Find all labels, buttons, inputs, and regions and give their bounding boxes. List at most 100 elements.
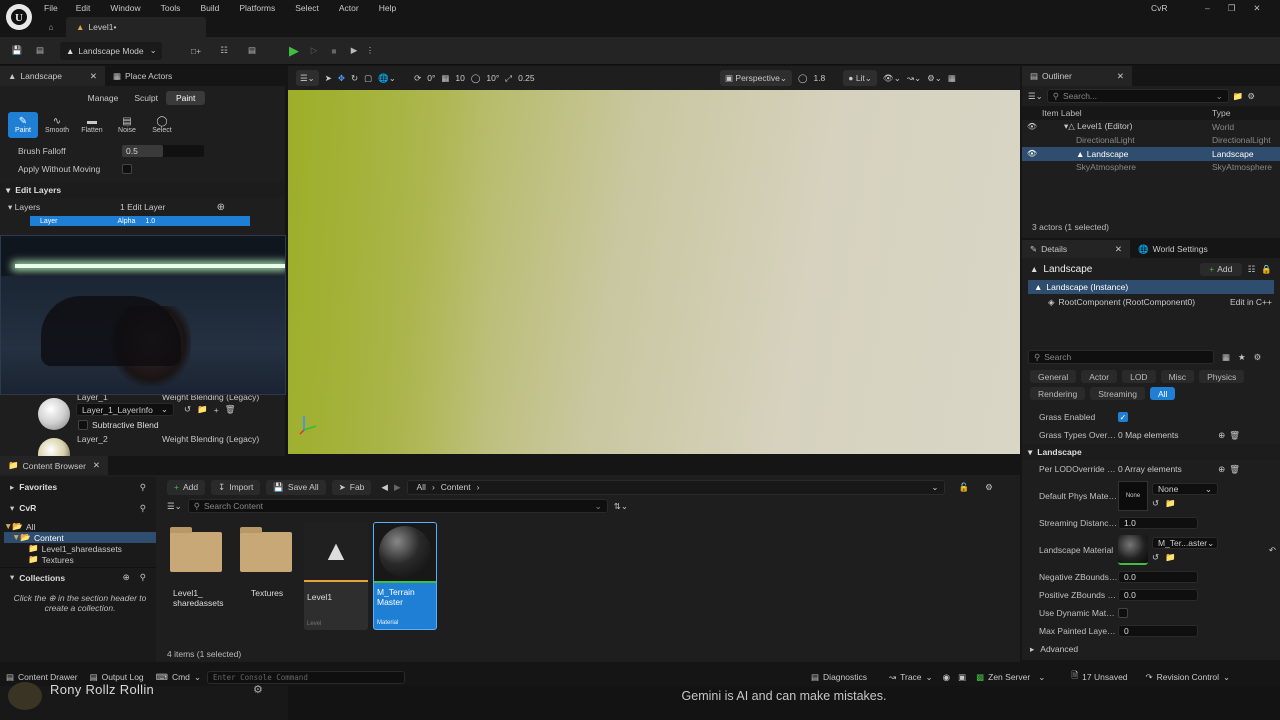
landscape-material-thumbnail[interactable] bbox=[1118, 535, 1148, 565]
menu-edit[interactable]: Edit bbox=[66, 3, 101, 13]
perspective-button[interactable]: ▣ Perspective ⌄ bbox=[720, 70, 792, 86]
rotation-snap-value[interactable]: 10° bbox=[486, 73, 499, 83]
realtime-icon[interactable]: ↝⌄ bbox=[907, 73, 921, 84]
tab-place-actors[interactable]: ▦ Place Actors bbox=[105, 66, 180, 86]
menu-tools[interactable]: Tools bbox=[151, 3, 191, 13]
cinematics-icon[interactable]: ▤ bbox=[238, 45, 266, 56]
apply-without-moving-checkbox[interactable] bbox=[122, 164, 132, 174]
forward-icon[interactable]: ▶ bbox=[394, 482, 401, 493]
outliner-col-label[interactable]: Item Label bbox=[1042, 108, 1212, 118]
home-icon[interactable]: ⌂ bbox=[36, 22, 66, 32]
settings-icon[interactable]: ⚙ bbox=[1254, 352, 1262, 363]
zen-server-button[interactable]: ▩ Zen Server ⌄ bbox=[970, 672, 1051, 683]
advanced-row[interactable]: ▸ Advanced bbox=[1022, 640, 1280, 658]
content-drawer-button[interactable]: ▤ Content Drawer bbox=[0, 672, 84, 683]
close-window-icon[interactable]: ✕ bbox=[1253, 3, 1260, 14]
source-control-icon[interactable]: ▤ bbox=[30, 45, 50, 56]
landscape-section[interactable]: ▾ Landscape bbox=[1022, 444, 1280, 460]
alpha-value[interactable]: 1.0 bbox=[145, 218, 155, 225]
menu-build[interactable]: Build bbox=[190, 3, 229, 13]
layer-1-info-select[interactable]: Layer_1_LayerInfo ⌄ bbox=[76, 403, 174, 416]
tool-smooth[interactable]: ∿ Smooth bbox=[41, 112, 73, 138]
details-search[interactable]: ⚲ Search bbox=[1028, 350, 1214, 364]
tab-outliner[interactable]: ▤ Outliner ✕ bbox=[1022, 66, 1132, 86]
use-dynamic-checkbox[interactable] bbox=[1118, 608, 1128, 618]
root-component-row[interactable]: ◈ RootComponent (RootComponent0) Edit in… bbox=[1022, 294, 1280, 310]
add-layer-icon[interactable]: ⊕ bbox=[217, 202, 225, 213]
trace-button[interactable]: ↝ Trace ⌄ bbox=[883, 672, 939, 683]
stop-icon[interactable]: ■ bbox=[324, 46, 344, 56]
lock-icon[interactable]: 🔓 bbox=[959, 482, 970, 493]
settings-icon[interactable]: ⚙ bbox=[985, 482, 993, 493]
edit-layer-row[interactable]: Layer Alpha 1.0 bbox=[30, 216, 250, 226]
outliner-row[interactable]: 👁 ▲ Landscape Landscape bbox=[1022, 147, 1280, 161]
eject-icon[interactable]: ▶ bbox=[344, 45, 364, 56]
folder-icon[interactable]: 📁 bbox=[1165, 498, 1176, 509]
viewport-options-icon[interactable]: ☰⌄ bbox=[296, 70, 319, 86]
tree-level1-sharedassets[interactable]: 📁 Level1_sharedassets bbox=[4, 543, 156, 554]
grass-enabled-checkbox[interactable]: ✓ bbox=[1118, 412, 1128, 422]
save-icon[interactable]: 💾 bbox=[4, 45, 30, 56]
sort-icon[interactable]: ⇅⌄ bbox=[614, 501, 628, 512]
angle-snap-value[interactable]: 0° bbox=[427, 73, 435, 83]
save-all-button[interactable]: 💾 Save All bbox=[266, 479, 326, 495]
delete-icon[interactable]: 🗑 bbox=[225, 404, 236, 415]
pos-z-input[interactable]: 0.0 bbox=[1118, 589, 1198, 601]
tool-flatten[interactable]: ▬ Flatten bbox=[76, 112, 108, 138]
subtractive-blend-checkbox[interactable] bbox=[78, 420, 88, 430]
viewport-scene[interactable] bbox=[288, 90, 1020, 454]
show-icon[interactable]: 👁⌄ bbox=[883, 73, 901, 84]
outliner-search[interactable]: ⚲ Search... ⌄ bbox=[1046, 89, 1229, 103]
step-icon[interactable]: ▷ bbox=[304, 45, 324, 56]
delete-icon[interactable]: 🗑 bbox=[1229, 464, 1240, 475]
filter-streaming[interactable]: Streaming bbox=[1090, 387, 1145, 400]
visibility-eye-icon[interactable]: 👁 bbox=[1022, 149, 1042, 158]
tool-paint[interactable]: ✎ Paint bbox=[8, 112, 38, 138]
filter-physics[interactable]: Physics bbox=[1199, 370, 1245, 383]
record-icon[interactable]: ◉ bbox=[943, 672, 950, 683]
mode-select[interactable]: ▲ Landscape Mode ⌄ bbox=[60, 41, 162, 60]
reset-icon[interactable]: ↶ bbox=[1269, 545, 1276, 556]
table-view-icon[interactable]: ▦ bbox=[1222, 352, 1230, 363]
filter-icon[interactable]: ☰⌄ bbox=[1028, 91, 1043, 102]
scale-icon[interactable]: ▢ bbox=[364, 73, 372, 84]
console-input[interactable]: Enter Console Command bbox=[207, 670, 406, 684]
revision-control-button[interactable]: ↷ Revision Control ⌄ bbox=[1140, 672, 1237, 683]
back-icon[interactable]: ◀ bbox=[381, 482, 388, 493]
mode-tab-manage[interactable]: Manage bbox=[80, 91, 127, 105]
tab-landscape[interactable]: ▲ Landscape ✕ bbox=[0, 66, 105, 86]
tab-content-browser[interactable]: 📁 Content Browser ✕ bbox=[0, 456, 108, 475]
menu-window[interactable]: Window bbox=[100, 3, 150, 13]
select-mode-icon[interactable]: ➤ bbox=[325, 73, 332, 84]
close-tab-icon[interactable]: ✕ bbox=[90, 71, 97, 82]
surface-snap-icon[interactable]: ⠀ bbox=[402, 73, 408, 84]
phys-material-thumbnail[interactable]: None bbox=[1118, 481, 1148, 511]
menu-file[interactable]: File bbox=[36, 3, 66, 13]
add-component-button[interactable]: + Add bbox=[1199, 262, 1242, 276]
neg-z-input[interactable]: 0.0 bbox=[1118, 571, 1198, 583]
output-log-button[interactable]: ▤ Output Log bbox=[84, 672, 150, 683]
max-painted-input[interactable]: 0 bbox=[1118, 625, 1198, 637]
asset-folder-textures[interactable]: Textures bbox=[240, 524, 292, 598]
unreal-logo-icon[interactable]: U bbox=[6, 4, 32, 30]
lock-icon[interactable]: 🔒 bbox=[1261, 264, 1272, 275]
close-tab-icon[interactable]: ✕ bbox=[1115, 244, 1122, 255]
add-actor-icon[interactable]: □+ bbox=[182, 46, 210, 56]
filter-lod[interactable]: LOD bbox=[1122, 370, 1156, 383]
tool-noise[interactable]: ▤ Noise bbox=[111, 112, 143, 138]
filter-actor[interactable]: Actor bbox=[1081, 370, 1118, 383]
level-tab[interactable]: ▲ Level1• bbox=[66, 17, 206, 37]
outliner-row[interactable]: 👁 ▾△ Level1 (Editor) World bbox=[1022, 120, 1280, 134]
filter-icon[interactable]: ☰⌄ bbox=[167, 501, 182, 512]
outliner-row[interactable]: DirectionalLight DirectionalLight bbox=[1022, 134, 1280, 148]
angle-icon[interactable]: ⟳ bbox=[414, 73, 421, 84]
import-button[interactable]: ↧ Import bbox=[211, 479, 261, 495]
blueprint-icon[interactable]: ☷ bbox=[1248, 264, 1256, 275]
grid-snap-icon[interactable]: ▦ bbox=[441, 73, 449, 84]
add-collection-icon[interactable]: ⊕ bbox=[123, 572, 130, 583]
add-element-icon[interactable]: ⊕ bbox=[1218, 430, 1225, 441]
cmd-select[interactable]: ⌨ Cmd ⌄ bbox=[150, 672, 207, 683]
minimize-icon[interactable]: – bbox=[1205, 3, 1210, 13]
phys-material-select[interactable]: None ⌄ bbox=[1152, 483, 1218, 495]
asset-level1[interactable]: ▲ Level1 Level bbox=[304, 522, 368, 630]
